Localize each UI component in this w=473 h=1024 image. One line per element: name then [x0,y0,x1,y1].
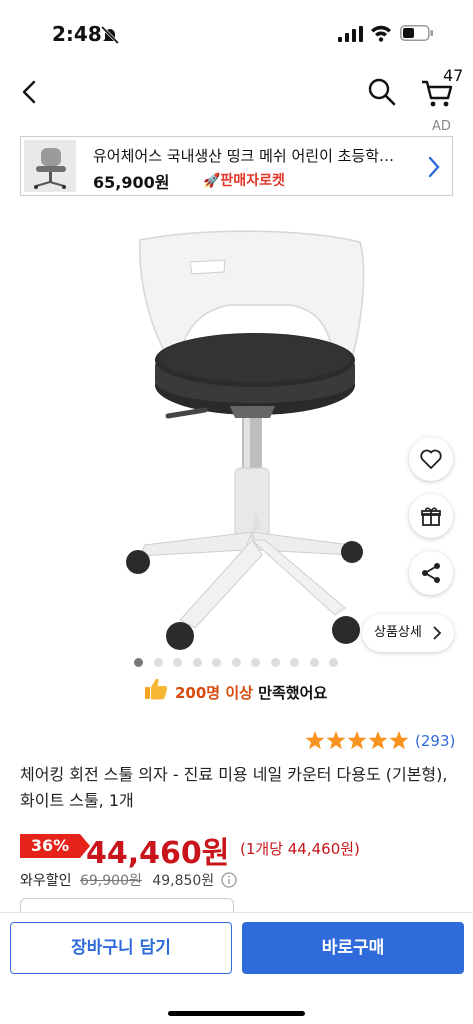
pagination-dot[interactable] [153,658,163,667]
wishlist-button[interactable] [409,437,453,481]
star-rating-icon [305,731,409,750]
pagination-dot[interactable] [251,658,260,667]
signal-icon [338,26,363,42]
ad-banner[interactable]: 유어체어스 국내생산 띵크 메쉬 어린이 초등학… 65,900원 🚀판매자로켓 [20,136,453,196]
top-nav [0,66,473,122]
star-icon [368,731,388,750]
home-indicator [168,1011,305,1016]
share-button[interactable] [409,551,453,595]
satisfaction-text: 만족했어요 [258,684,328,702]
pagination-dot[interactable] [329,658,338,667]
star-icon [347,731,367,750]
chevron-right-icon [433,626,442,640]
search-icon[interactable] [366,76,398,108]
star-icon [326,731,346,750]
gift-button[interactable] [409,494,453,538]
add-to-cart-button[interactable]: 장바구니 담기 [10,922,232,974]
back-arrow-icon[interactable] [16,76,44,108]
satisfaction-count: 200명 이상 [175,684,253,702]
status-time: 2:48 [52,22,102,46]
star-icon [305,731,325,750]
share-icon [422,563,440,583]
ad-price: 65,900원 [93,173,170,192]
sale-price: 44,460원 [86,836,230,871]
wow-label: 와우할인 [20,873,72,889]
price-row: 36% 44,460원 (1개당 44,460원) [20,830,460,871]
product-image[interactable] [0,210,473,660]
pagination-dot[interactable] [212,658,221,667]
buy-now-button[interactable]: 바로구매 [242,922,464,974]
product-detail-label: 상품상세 [374,625,422,640]
product-detail-button[interactable]: 상품상세 [362,614,454,652]
bell-muted-icon [100,26,120,44]
pagination-dot[interactable] [270,658,280,667]
unit-price: (1개당 44,460원) [240,840,360,858]
battery-icon [400,25,433,41]
ad-rocket-badge: 🚀판매자로켓 [203,173,285,189]
status-bar: 2:48 [0,0,473,66]
review-count[interactable]: (293) [415,732,455,750]
thumbs-up-icon [145,678,168,700]
gift-icon [421,507,441,526]
discount-badge: 36% [20,834,90,858]
wifi-icon [371,25,391,42]
pagination-dot[interactable] [231,658,241,667]
chevron-right-icon [428,156,440,178]
wow-discount-row: 와우할인 69,900원 49,850원 [20,870,237,890]
gallery-pagination [134,656,344,668]
pagination-dot[interactable] [309,658,319,667]
ad-title: 유어체어스 국내생산 띵크 메쉬 어린이 초등학… [93,147,395,165]
pagination-dot[interactable] [173,658,182,667]
pagination-dot[interactable] [290,658,299,667]
star-icon [389,731,409,750]
wow-price: 49,850원 [152,873,215,889]
heart-icon [420,449,442,469]
kids-chair-thumbnail-image [34,148,66,189]
bottom-action-bar: 장바구니 담기 바로구매 [0,912,473,1024]
cart-count-badge[interactable]: 47 [443,66,463,85]
info-icon[interactable] [220,872,237,888]
product-title: 체어킹 회전 스툴 의자 - 진료 미용 네일 카운터 다용도 (기본형), 화… [20,765,448,810]
pagination-dot[interactable] [134,658,143,667]
ad-thumbnail [24,140,76,192]
original-price: 69,900원 [79,873,142,889]
pagination-dot[interactable] [192,658,202,667]
ad-label: AD [432,119,451,134]
